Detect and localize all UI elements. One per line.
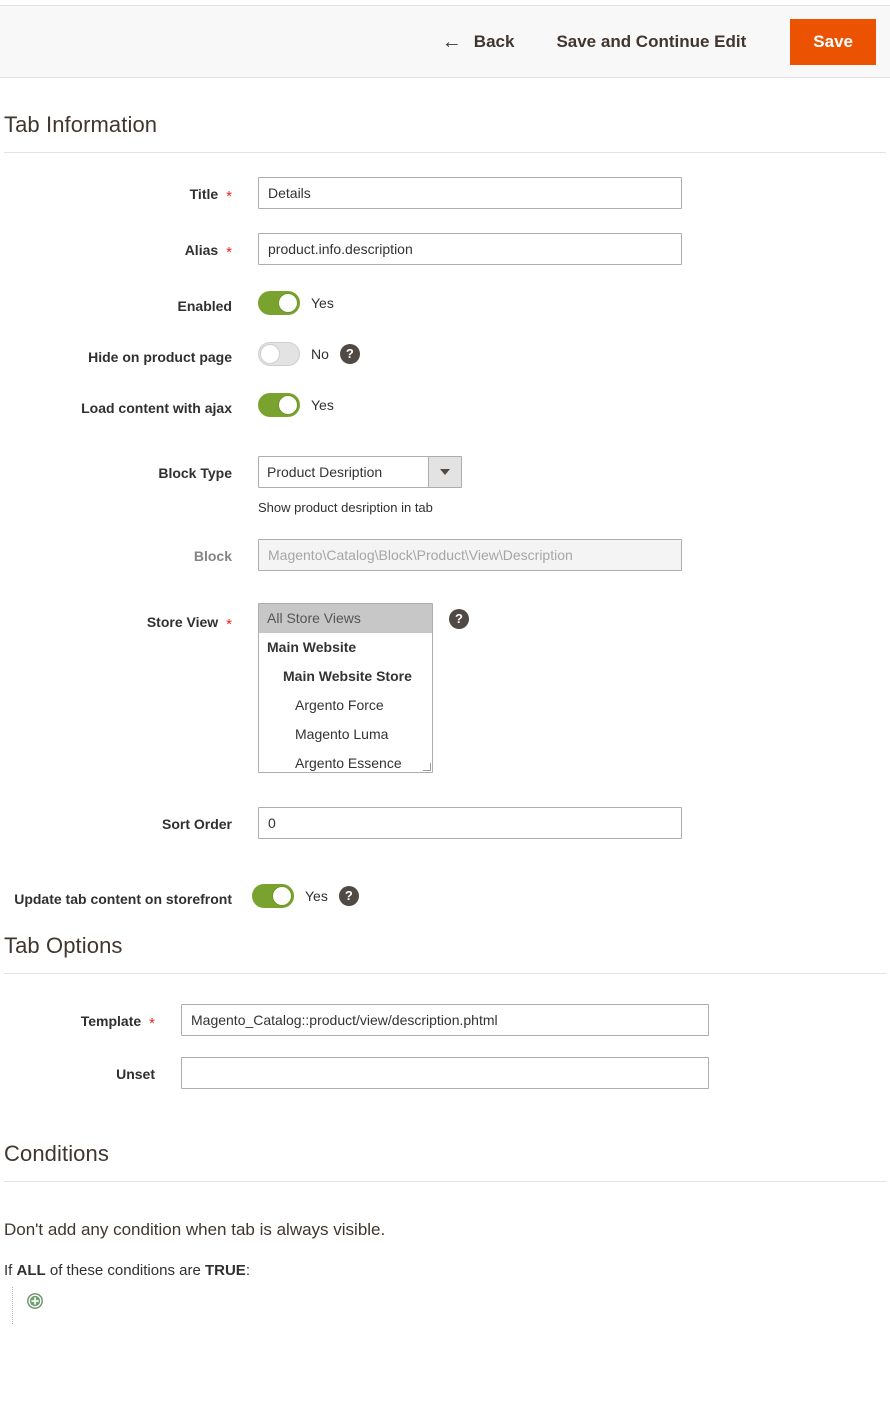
enabled-state-label: Yes	[311, 295, 334, 311]
hide-on-product-page-toggle[interactable]	[258, 341, 300, 366]
field-update-tab-content: Update tab content on storefront Yes ?	[0, 882, 890, 909]
store-view-option[interactable]: Argento Essence	[259, 749, 432, 772]
template-label: Template *	[80, 1012, 155, 1032]
toggle-knob	[278, 394, 298, 415]
toggle-knob	[272, 885, 292, 906]
sort-order-input[interactable]	[258, 806, 682, 839]
back-button[interactable]: ← Back	[428, 22, 529, 62]
field-block: Block	[0, 538, 890, 571]
rule-suffix: :	[245, 1261, 250, 1279]
update-tab-content-toggle[interactable]	[252, 883, 294, 908]
arrow-left-icon: ←	[441, 30, 462, 53]
hide-on-product-page-state-label: No	[311, 345, 329, 362]
page-actions-toolbar: ← Back Save and Continue Edit Save	[0, 6, 890, 78]
question-mark-icon[interactable]: ?	[338, 885, 359, 906]
add-circle-icon[interactable]	[27, 1292, 43, 1309]
tab-information-divider	[4, 152, 886, 153]
form-content: Tab Information Title* Alias* Enabled	[0, 78, 890, 1324]
question-mark-icon[interactable]: ?	[339, 343, 360, 364]
rule-prefix: If	[4, 1261, 13, 1279]
block-input	[258, 538, 682, 571]
store-view-multiselect[interactable]: All Store Views Main Website Main Websit…	[258, 602, 433, 773]
field-enabled: Enabled Yes	[0, 289, 890, 316]
field-sort-order: Sort Order	[0, 806, 890, 839]
conditions-legend: Conditions	[4, 1140, 109, 1166]
conditions-rule-line: If ALL of these conditions are TRUE:	[0, 1240, 890, 1279]
rule-aggregator[interactable]: ALL	[17, 1262, 46, 1279]
field-alias: Alias *	[0, 233, 890, 265]
block-type-label: Block Type	[158, 464, 232, 481]
fieldset-tab-options: Tab Options Template* Unset	[0, 909, 890, 1089]
update-tab-content-label: Update tab content on storefront	[14, 890, 232, 907]
title-label: Title *	[189, 186, 232, 205]
enabled-toggle[interactable]	[258, 291, 300, 315]
tab-information-legend: Tab Information	[4, 112, 158, 137]
fieldset-tab-information: Tab Information Title* Alias* Enabled	[0, 78, 890, 909]
load-content-with-ajax-label: Load content with ajax	[81, 399, 232, 416]
question-mark-icon[interactable]: ?	[449, 608, 469, 629]
alias-input[interactable]	[258, 233, 682, 265]
load-content-with-ajax-toggle[interactable]	[258, 392, 300, 417]
load-content-with-ajax-state-label: Yes	[311, 396, 334, 413]
conditions-children-container	[12, 1286, 890, 1324]
store-view-option[interactable]: All Store Views	[259, 603, 432, 633]
block-type-note: Show product desription in tab	[258, 499, 433, 515]
alias-label: Alias *	[184, 242, 232, 261]
store-view-option[interactable]: Main Website	[259, 633, 432, 662]
sort-order-label: Sort Order	[161, 815, 232, 832]
back-button-label: Back	[473, 31, 515, 51]
store-view-label: Store View *	[146, 613, 232, 633]
toggle-knob	[260, 343, 280, 364]
field-unset: Unset	[0, 1056, 890, 1089]
field-block-type: Block Type Product Desription Show produ…	[0, 455, 890, 515]
store-view-option[interactable]: Argento Force	[259, 691, 432, 720]
update-tab-content-state-label: Yes	[305, 887, 328, 904]
chevron-down-icon[interactable]	[428, 456, 461, 487]
block-type-selected-value: Product Desription	[267, 463, 383, 480]
save-and-continue-edit-button[interactable]: Save and Continue Edit	[542, 22, 760, 62]
rule-middle: of these conditions are	[49, 1261, 201, 1279]
field-load-content-with-ajax: Load content with ajax Yes	[0, 391, 890, 418]
block-label: Block	[193, 547, 232, 564]
store-view-option[interactable]: Main Website Store	[259, 662, 432, 691]
unset-label: Unset	[116, 1065, 155, 1082]
unset-input[interactable]	[181, 1056, 709, 1089]
toggle-knob	[278, 293, 298, 313]
fieldset-conditions: Conditions Don't add any condition when …	[0, 1089, 890, 1324]
template-input[interactable]	[181, 1003, 709, 1036]
field-title: Title *	[0, 177, 890, 209]
field-store-view: Store View * All Store Views Main Website…	[0, 602, 890, 773]
rule-value[interactable]: TRUE	[205, 1262, 246, 1279]
save-button[interactable]: Save	[790, 18, 876, 65]
enabled-label: Enabled	[177, 298, 232, 314]
tab-options-legend: Tab Options	[4, 932, 123, 958]
tab-options-divider	[4, 972, 886, 974]
title-input[interactable]	[258, 177, 682, 209]
field-template: Template *	[0, 1003, 890, 1036]
store-view-option[interactable]: Magento Luma	[259, 720, 432, 749]
block-type-select[interactable]: Product Desription	[258, 455, 462, 488]
field-hide-on-product-page: Hide on product page No ?	[0, 340, 890, 367]
hide-on-product-page-label: Hide on product page	[88, 348, 232, 365]
conditions-description: Don't add any condition when tab is alwa…	[4, 1219, 386, 1239]
